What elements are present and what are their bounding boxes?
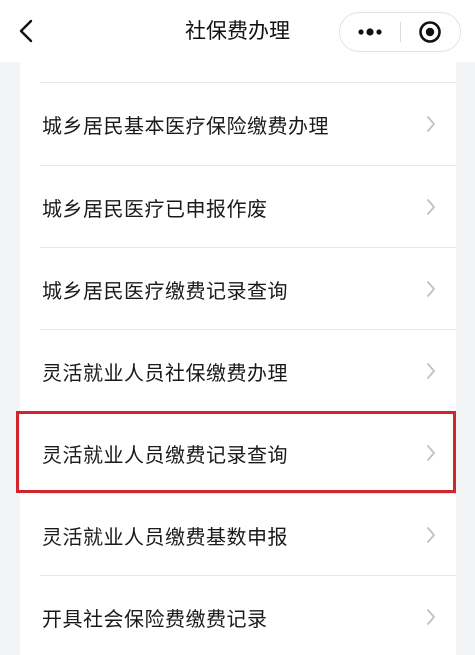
chevron-right-icon [427, 116, 435, 132]
close-mini-program-button[interactable] [400, 13, 460, 51]
service-list: 城乡居民基本医疗保险缴费办理 城乡居民医疗已申报作废 城乡居民医疗缴费记录查询 [20, 62, 456, 655]
target-circle-icon [419, 21, 442, 43]
list-item-medical-declaration-void[interactable]: 城乡居民医疗已申报作废 [20, 166, 456, 248]
list-item-label: 灵活就业人员缴费记录查询 [42, 442, 288, 467]
list-item-urban-rural-medical-payment[interactable]: 城乡居民基本医疗保险缴费办理 [20, 83, 456, 165]
list-item-label: 灵活就业人员缴费基数申报 [42, 524, 288, 549]
chevron-right-icon [427, 199, 435, 215]
list-item-label: 开具社会保险费缴费记录 [42, 606, 268, 631]
nav-bar: 社保费办理 [0, 0, 475, 62]
more-dots-icon [358, 28, 382, 36]
chevron-right-icon [427, 527, 435, 543]
list-item-flexible-payment-records[interactable]: 灵活就业人员缴费记录查询 [20, 412, 456, 494]
list-item-label: 灵活就业人员社保缴费办理 [42, 360, 288, 385]
chevron-right-icon [427, 609, 435, 625]
list-item-flexible-base-declaration[interactable]: 灵活就业人员缴费基数申报 [20, 494, 456, 576]
list-item-label: 城乡居民基本医疗保险缴费办理 [42, 113, 329, 138]
list-item-label: 城乡居民医疗缴费记录查询 [42, 278, 288, 303]
list-item-medical-payment-records[interactable]: 城乡居民医疗缴费记录查询 [20, 248, 456, 330]
app-screen: 社保费办理 城乡居民基本医疗保险缴费办理 城乡居民医疗已申报作废 城乡居民医疗缴… [0, 0, 475, 655]
list-item-issue-payment-record[interactable]: 开具社会保险费缴费记录 [20, 576, 456, 655]
chevron-right-icon [427, 281, 435, 297]
content-area: 城乡居民基本医疗保险缴费办理 城乡居民医疗已申报作废 城乡居民医疗缴费记录查询 [0, 62, 475, 655]
more-button[interactable] [340, 13, 400, 51]
list-item-flexible-social-insurance-payment[interactable]: 灵活就业人员社保缴费办理 [20, 330, 456, 412]
back-button[interactable] [10, 14, 42, 48]
mini-program-capsule [339, 12, 461, 52]
chevron-right-icon [427, 445, 435, 461]
chevron-left-icon [19, 19, 33, 43]
list-item-label: 城乡居民医疗已申报作废 [42, 196, 268, 221]
chevron-right-icon [427, 363, 435, 379]
